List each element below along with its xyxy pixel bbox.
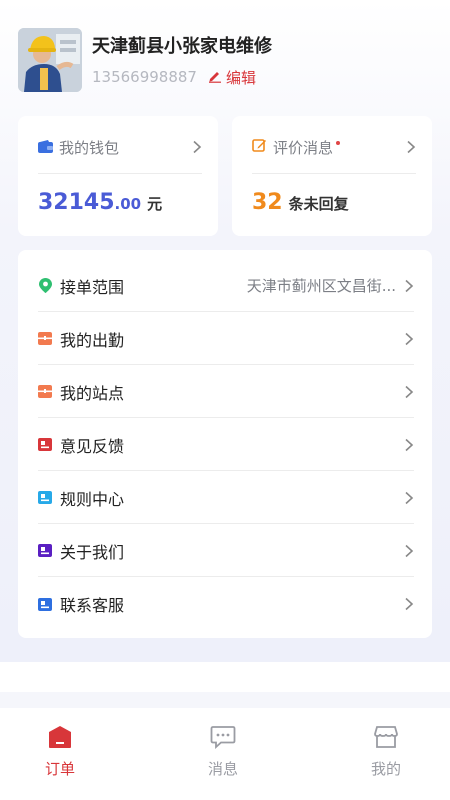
menu-item-service-area[interactable]: 接单范围 天津市蓟州区文昌街... bbox=[38, 260, 414, 312]
chevron-right-icon bbox=[404, 597, 414, 611]
blank-band bbox=[0, 662, 450, 692]
review-unreplied: 32 条未回复 bbox=[252, 190, 349, 215]
review-card[interactable]: 评价消息 32 条未回复 bbox=[232, 116, 432, 236]
pencil-icon bbox=[208, 69, 222, 87]
menu-label: 我的站点 bbox=[60, 383, 125, 403]
support-icon bbox=[38, 597, 52, 611]
menu-label: 接单范围 bbox=[60, 277, 125, 297]
rules-icon bbox=[38, 491, 52, 505]
wallet-card[interactable]: 我的钱包 32145 .00 元 bbox=[18, 116, 218, 236]
tab-label: 订单 bbox=[44, 760, 75, 778]
divider bbox=[252, 173, 416, 174]
avatar[interactable] bbox=[18, 28, 82, 92]
menu-item-feedback[interactable]: 意见反馈 bbox=[38, 419, 414, 471]
review-card-header: 评价消息 bbox=[252, 136, 416, 158]
tab-mine[interactable]: 我的 bbox=[336, 722, 436, 779]
edit-label: 编辑 bbox=[226, 69, 257, 87]
station-icon bbox=[38, 385, 52, 399]
chevron-right-icon bbox=[404, 544, 414, 558]
blank-band-lower bbox=[0, 692, 450, 708]
profile-page: 天津蓟县小张家电维修 13566998887 编辑 我的钱包 32145 .00… bbox=[0, 0, 450, 800]
edit-profile-button[interactable]: 编辑 bbox=[208, 67, 256, 88]
edit-note-icon bbox=[252, 138, 267, 157]
chevron-right-icon bbox=[404, 385, 414, 399]
bottom-tab-bar: 订单 消息 我的 bbox=[0, 708, 450, 800]
review-label: 评价消息 bbox=[273, 138, 334, 157]
chevron-right-icon bbox=[404, 332, 414, 346]
wallet-balance: 32145 .00 元 bbox=[38, 190, 162, 215]
chevron-right-icon bbox=[404, 438, 414, 452]
review-unit: 条未回复 bbox=[288, 195, 349, 213]
chevron-right-icon bbox=[404, 491, 414, 505]
menu-item-attendance[interactable]: 我的出勤 bbox=[38, 313, 414, 365]
menu-label: 我的出勤 bbox=[60, 330, 125, 350]
menu-item-about[interactable]: 关于我们 bbox=[38, 525, 414, 577]
user-name: 天津蓟县小张家电维修 bbox=[92, 36, 272, 57]
menu-label: 关于我们 bbox=[60, 542, 125, 562]
divider bbox=[38, 173, 202, 174]
review-count: 32 bbox=[252, 190, 283, 215]
menu-item-support[interactable]: 联系客服 bbox=[38, 578, 414, 630]
unread-dot bbox=[336, 141, 341, 145]
wallet-label: 我的钱包 bbox=[59, 138, 120, 157]
tab-messages[interactable]: 消息 bbox=[173, 722, 273, 779]
wallet-amount-integer: 32145 bbox=[38, 190, 115, 215]
profile-header: 天津蓟县小张家电维修 13566998887 编辑 bbox=[18, 28, 438, 94]
menu-label: 规则中心 bbox=[60, 489, 125, 509]
store-icon bbox=[371, 722, 401, 752]
chat-bubble-icon bbox=[208, 722, 238, 752]
service-area-value: 天津市蓟州区文昌街... bbox=[246, 277, 396, 295]
orders-icon bbox=[45, 722, 75, 752]
wallet-icon bbox=[38, 138, 53, 157]
about-icon bbox=[38, 544, 52, 558]
chevron-right-icon bbox=[192, 140, 202, 154]
settings-menu: 接单范围 天津市蓟州区文昌街... 我的出勤 我的站点 意见反馈 规则中心 关于… bbox=[18, 250, 432, 638]
menu-label: 意见反馈 bbox=[60, 436, 125, 456]
chevron-right-icon bbox=[406, 140, 416, 154]
user-phone: 13566998887 bbox=[92, 68, 197, 86]
feedback-icon bbox=[38, 438, 52, 452]
menu-item-station[interactable]: 我的站点 bbox=[38, 366, 414, 418]
menu-label: 联系客服 bbox=[60, 596, 125, 615]
chevron-right-icon bbox=[404, 279, 414, 293]
menu-item-rules[interactable]: 规则中心 bbox=[38, 472, 414, 524]
location-pin-icon bbox=[38, 278, 52, 293]
wallet-card-header: 我的钱包 bbox=[38, 136, 202, 158]
tab-label: 消息 bbox=[207, 760, 238, 778]
wallet-amount-decimal: .00 bbox=[114, 195, 142, 213]
tab-label: 我的 bbox=[370, 760, 401, 778]
tab-orders[interactable]: 订单 bbox=[10, 722, 110, 779]
wallet-unit: 元 bbox=[147, 195, 163, 213]
attendance-icon bbox=[38, 332, 52, 346]
